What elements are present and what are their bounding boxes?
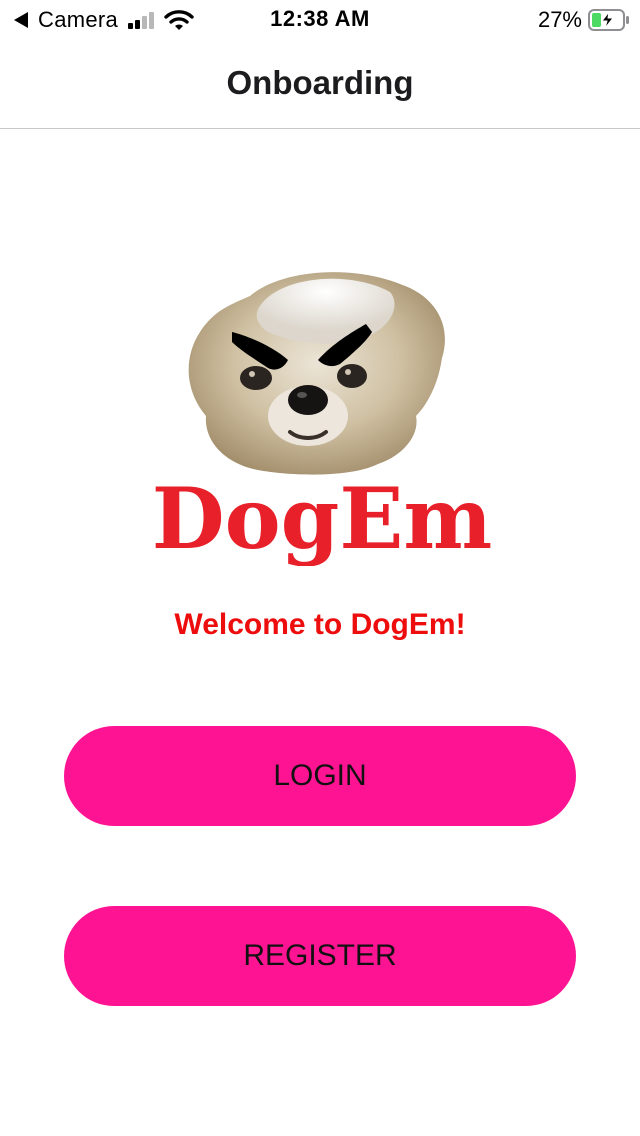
register-button[interactable]: REGISTER xyxy=(64,906,576,1006)
navigation-bar: Onboarding xyxy=(0,40,640,129)
battery-charging-icon xyxy=(588,9,629,31)
login-button[interactable]: LOGIN xyxy=(64,726,576,826)
welcome-message: Welcome to DogEm! xyxy=(174,608,466,641)
dogem-logo: DogEm xyxy=(140,266,504,566)
battery-percent: 27% xyxy=(537,7,582,32)
status-bar: Camera 12:38 AM 27% xyxy=(0,0,640,40)
dog-face-logo: DogEm xyxy=(152,272,493,566)
page-title: Onboarding xyxy=(226,64,414,101)
logo-wordmark: DogEm xyxy=(152,469,493,566)
